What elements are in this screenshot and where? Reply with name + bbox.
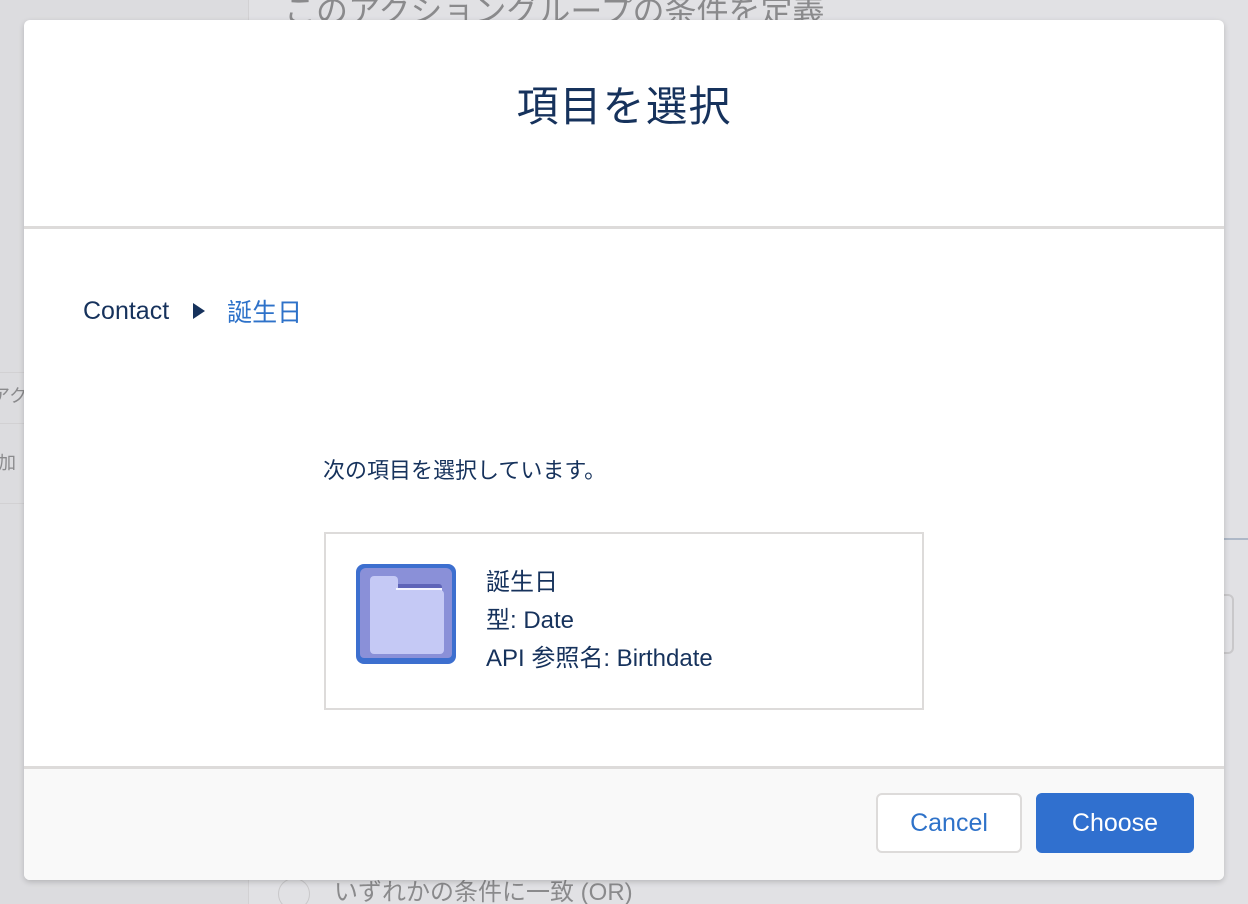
field-info: 誕生日 型: Date API 参照名: Birthdate xyxy=(486,564,713,678)
selected-field-card: 誕生日 型: Date API 参照名: Birthdate xyxy=(324,532,924,710)
modal-footer: Cancel Choose xyxy=(24,766,1224,880)
selected-field-label: 次の項目を選択しています。 xyxy=(323,458,607,483)
field-api-name: API 参照名: Birthdate xyxy=(486,645,713,672)
folder-icon xyxy=(356,564,456,664)
breadcrumb-root[interactable]: Contact xyxy=(83,297,169,326)
field-name: 誕生日 xyxy=(486,569,558,596)
modal-header: 項目を選択 xyxy=(24,20,1224,229)
modal-body: Contact 誕生日 次の項目を選択しています。 誕生日 型: Date AP… xyxy=(24,229,1224,769)
choose-button[interactable]: Choose xyxy=(1036,793,1194,853)
triangle-right-icon xyxy=(193,303,206,319)
modal-title: 項目を選択 xyxy=(516,83,732,131)
cancel-button[interactable]: Cancel xyxy=(876,793,1022,853)
field-type: 型: Date xyxy=(486,607,575,634)
breadcrumb: Contact 誕生日 xyxy=(83,293,302,329)
breadcrumb-current[interactable]: 誕生日 xyxy=(227,293,302,329)
select-field-modal: 項目を選択 Contact 誕生日 次の項目を選択しています。 誕生日 型: D… xyxy=(24,20,1224,880)
